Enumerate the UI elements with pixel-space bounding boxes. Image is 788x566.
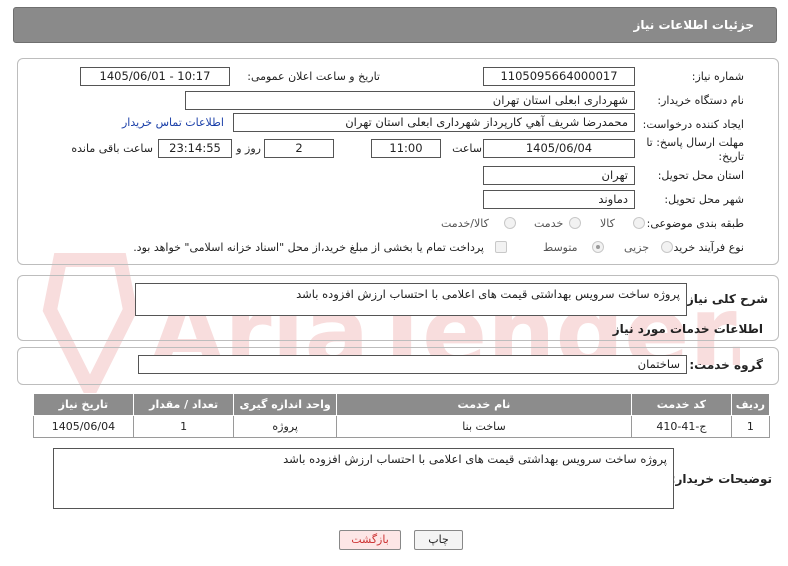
deadline-date-field: 1405/06/04 [483, 139, 635, 158]
announce-datetime-field: 1405/06/01 - 10:17 [80, 67, 230, 86]
col-unit: واحد اندازه گیری [233, 393, 337, 416]
page-title: جزئیات اطلاعات نیاز [633, 18, 754, 32]
category-label: طبقه بندی موضوعی: [646, 217, 744, 230]
general-desc-label: شرح کلی نیاز: [682, 292, 768, 306]
col-service-code: کد خدمت [631, 393, 732, 416]
time-remaining-label: ساعت باقی مانده [71, 142, 153, 155]
category-service-label: خدمت [534, 217, 564, 230]
purchase-minor-label: جزیی [624, 241, 650, 254]
creator-label: ایجاد کننده درخواست: [642, 118, 744, 131]
col-need-date: تاریخ نیاز [33, 393, 134, 416]
treasury-payment-checkbox[interactable] [495, 241, 507, 253]
category-goods-service-label: کالا/خدمت [441, 217, 489, 230]
deadline-time-field: 11:00 [371, 139, 441, 158]
cell-service-code: ج-41-410 [631, 415, 732, 438]
table-header-row: ردیف کد خدمت نام خدمت واحد اندازه گیری ت… [33, 393, 771, 416]
service-group-label: گروه خدمت: [689, 358, 763, 372]
need-number-field: 1105095664000017 [483, 67, 635, 86]
province-field: تهران [483, 166, 635, 185]
deadline-label-2: تاریخ: [718, 150, 744, 163]
services-info-heading: اطلاعات خدمات مورد نیاز [612, 322, 763, 336]
cell-quantity: 1 [132, 415, 235, 438]
province-label: استان محل تحویل: [657, 169, 744, 182]
purchase-minor-radio[interactable] [661, 241, 673, 253]
page-header: جزئیات اطلاعات نیاز [13, 7, 777, 43]
city-label: شهر محل تحویل: [664, 193, 744, 206]
purchase-type-label: نوع فرآیند خرید : [666, 241, 744, 254]
cell-service-name: ساخت بنا [335, 415, 633, 438]
deadline-time-label: ساعت [452, 142, 482, 155]
city-field: دماوند [483, 190, 635, 209]
buyer-notes-label: توضیحات خریدار: [670, 472, 772, 486]
time-left-field: 23:14:55 [158, 139, 232, 158]
purchase-medium-radio[interactable] [592, 241, 604, 253]
need-number-label: شماره نیاز: [691, 70, 744, 83]
buyer-notes-textarea[interactable]: پروژه ساخت سرویس بهداشتی قیمت های اعلامی… [53, 448, 674, 509]
cell-need-date: 1405/06/04 [33, 415, 134, 438]
table-row: 1 ج-41-410 ساخت بنا پروژه 1 1405/06/04 [33, 415, 771, 438]
buyer-contact-link[interactable]: اطلاعات تماس خریدار [122, 116, 224, 129]
col-service-name: نام خدمت [335, 393, 633, 416]
category-service-radio[interactable] [569, 217, 581, 229]
service-group-field: ساختمان [138, 355, 687, 374]
cell-unit: پروژه [233, 415, 337, 438]
days-remaining-field: 2 [264, 139, 334, 158]
deadline-label: مهلت ارسال پاسخ: تا [646, 136, 744, 149]
days-and-label: روز و [236, 142, 261, 155]
treasury-payment-note: پرداخت تمام یا بخشی از مبلغ خرید،از محل … [133, 241, 484, 254]
col-quantity: تعداد / مقدار [132, 393, 235, 416]
back-button[interactable]: بازگشت [339, 530, 401, 550]
details-panel [17, 58, 779, 265]
general-desc-textarea[interactable]: پروژه ساخت سرویس بهداشتی قیمت های اعلامی… [135, 283, 687, 316]
col-row-number: ردیف [730, 393, 771, 416]
announce-datetime-label: تاریخ و ساعت اعلان عمومی: [247, 70, 380, 83]
purchase-medium-label: متوسط [543, 241, 578, 254]
category-goods-label: کالا [600, 217, 615, 230]
services-table: ردیف کد خدمت نام خدمت واحد اندازه گیری ت… [33, 393, 771, 438]
buyer-org-label: نام دستگاه خریدار: [657, 94, 744, 107]
print-button[interactable]: چاپ [414, 530, 463, 550]
creator-field: محمدرضا شریف آهي کارپرداز شهرداری ابعلی … [233, 113, 635, 132]
buyer-org-field: شهرداری ابعلی استان تهران [185, 91, 635, 110]
category-goods-service-radio[interactable] [504, 217, 516, 229]
cell-row-number: 1 [730, 415, 771, 438]
category-goods-radio[interactable] [633, 217, 645, 229]
